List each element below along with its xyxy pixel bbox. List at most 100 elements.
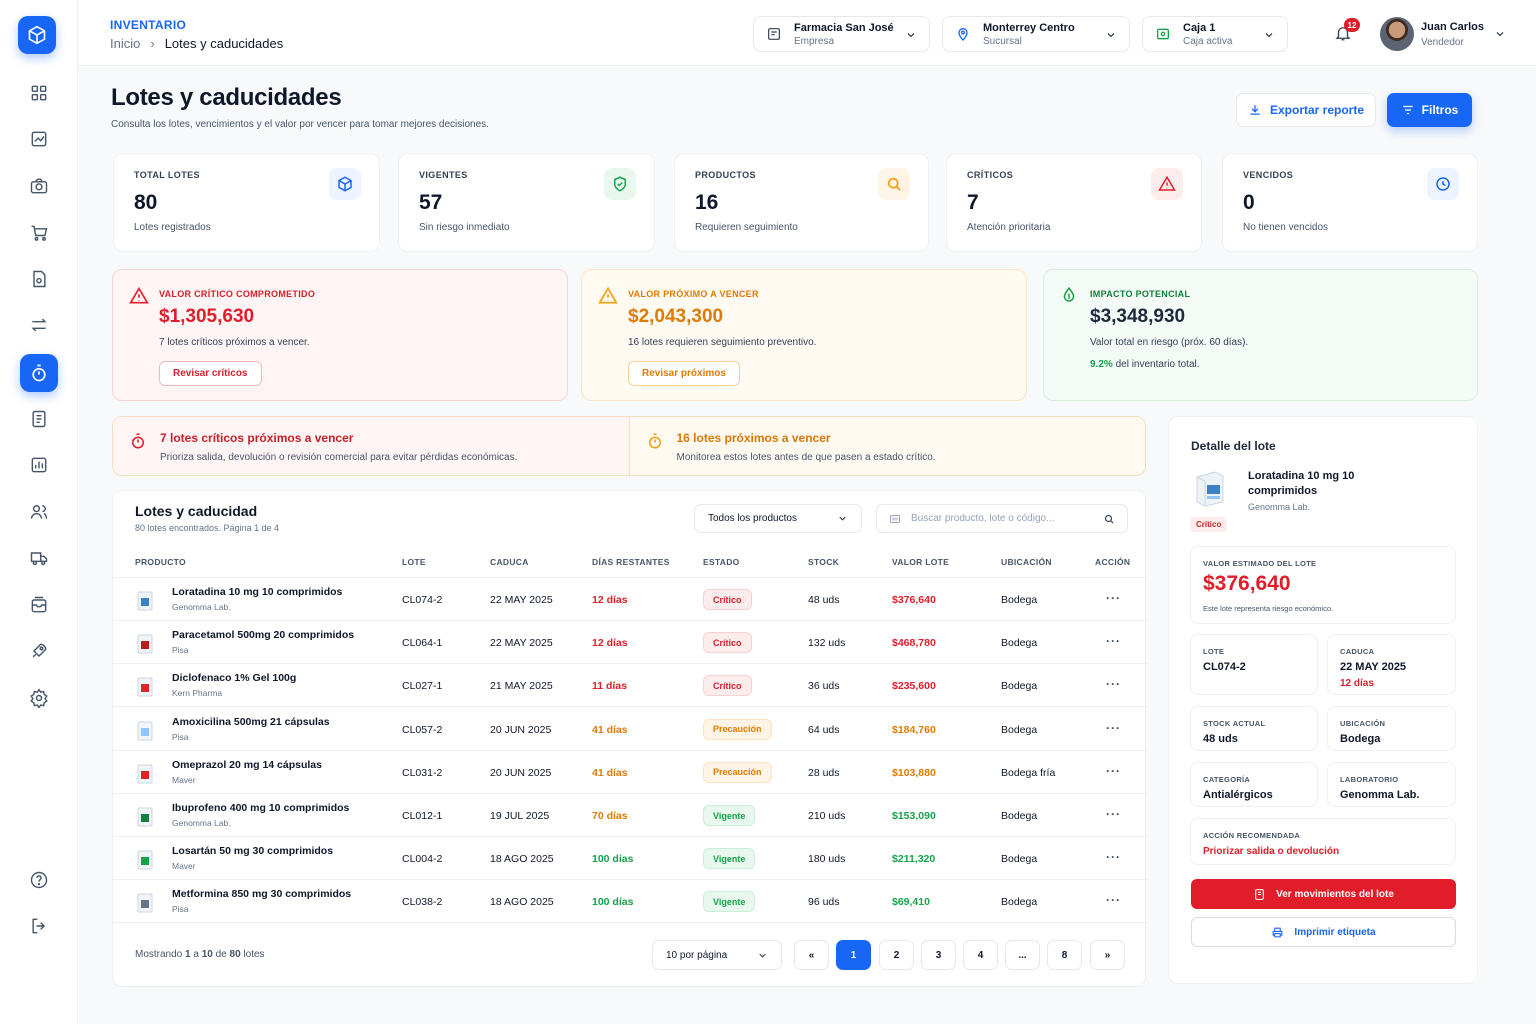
more-actions-icon[interactable]: ··· [1106, 764, 1121, 778]
product-name[interactable]: Amoxicilina 500mg 21 cápsulas [172, 716, 330, 728]
nav-dashboard[interactable] [0, 73, 78, 113]
product-name[interactable]: Omeprazol 20 mg 14 cápsulas [172, 759, 322, 771]
more-actions-icon[interactable]: ··· [1106, 677, 1121, 691]
breadcrumb-home[interactable]: Inicio [110, 36, 140, 51]
table-row[interactable]: Loratadina 10 mg 10 comprimidos Genomma L… [113, 578, 1147, 621]
file-icon [33, 270, 46, 288]
upcoming-alert-title: 16 lotes próximos a vencer [676, 431, 831, 445]
filters-button[interactable]: Filtros [1387, 93, 1472, 127]
nav-analytics[interactable] [0, 119, 78, 159]
nav-documents[interactable] [0, 259, 78, 299]
more-actions-icon[interactable]: ··· [1106, 591, 1121, 605]
lot-code: CL057-2 [402, 723, 443, 736]
nav-transfers[interactable] [0, 305, 78, 345]
page-next[interactable]: » [1090, 940, 1125, 970]
col-days[interactable]: DÍAS RESTANTES [592, 557, 670, 567]
search-input[interactable]: Buscar producto, lote o código... [876, 504, 1128, 533]
product-lab: Pisa [172, 645, 189, 656]
document-icon [1255, 888, 1264, 900]
nav-settings[interactable] [0, 678, 78, 718]
product-filter-select[interactable]: Todos los productos [694, 504, 862, 533]
nav-shipping[interactable] [0, 538, 78, 578]
page-prev[interactable]: « [794, 940, 829, 970]
col-value[interactable]: VALOR LOTE [892, 557, 949, 567]
nav-inventory[interactable] [0, 585, 78, 625]
more-actions-icon[interactable]: ··· [1106, 634, 1121, 648]
chevron-down-icon[interactable] [1494, 28, 1506, 40]
table-row[interactable]: Ibuprofeno 400 mg 10 comprimidos Genomma … [113, 794, 1147, 837]
col-stock[interactable]: STOCK [808, 557, 839, 567]
more-actions-icon[interactable]: ··· [1106, 721, 1121, 735]
col-status[interactable]: ESTADO [703, 557, 740, 567]
col-location[interactable]: UBICACIÓN [1001, 557, 1052, 567]
nav-reports[interactable] [0, 399, 78, 439]
more-actions-icon[interactable]: ··· [1106, 807, 1121, 821]
product-name[interactable]: Ibuprofeno 400 mg 10 comprimidos [172, 802, 349, 814]
notifications-button[interactable]: 12 [1334, 18, 1360, 45]
col-expires[interactable]: CADUCA [490, 557, 529, 567]
user-name[interactable]: Juan Carlos [1421, 21, 1484, 33]
nav-launch[interactable] [0, 631, 78, 671]
impact-percent: 9.2% del inventario total. [1090, 359, 1200, 370]
chevron-down-icon [759, 953, 766, 958]
nav-help[interactable] [0, 860, 78, 900]
days-remaining: 100 días [592, 853, 634, 866]
product-name[interactable]: Loratadina 10 mg 10 comprimidos [172, 586, 342, 598]
product-name[interactable]: Losartán 50 mg 30 comprimidos [172, 845, 333, 857]
avatar[interactable] [1380, 17, 1414, 51]
nav-expirations[interactable] [0, 353, 78, 393]
nav-camera[interactable] [0, 166, 78, 206]
export-report-button[interactable]: Exportar reporte [1236, 93, 1376, 127]
col-product[interactable]: PRODUCTO [135, 557, 186, 567]
stock: 132 uds [808, 637, 846, 650]
view-movements-button[interactable]: Ver movimientos del lote [1191, 879, 1456, 909]
table-row[interactable]: Losartán 50 mg 30 comprimidos Maver CL004-… [113, 837, 1147, 881]
print-label-label: Imprimir etiqueta [1294, 926, 1376, 938]
lot-value: $69,410 [892, 896, 930, 909]
nav-statistics[interactable] [0, 445, 78, 485]
critical-alert: 7 lotes críticos próximos a vencer Prior… [113, 417, 630, 475]
stock: 64 uds [808, 723, 840, 736]
days-remaining: 12 días [592, 637, 628, 650]
table-row[interactable]: Metformina 850 mg 30 comprimidos Pisa CL03… [113, 880, 1147, 924]
page-1[interactable]: 1 [836, 940, 871, 970]
table-row[interactable]: Paracetamol 500mg 20 comprimidos Pisa CL06… [113, 621, 1147, 665]
nav-sales[interactable] [0, 213, 78, 253]
per-page-select[interactable]: 10 por página [652, 940, 782, 970]
app-logo[interactable] [18, 16, 56, 54]
page-2[interactable]: 2 [879, 940, 914, 970]
location: Bodega [1001, 896, 1038, 909]
company-selector[interactable]: Farmacia San José Empresa [753, 16, 930, 52]
category-value: Antialérgicos [1203, 789, 1273, 801]
col-lot[interactable]: LOTE [402, 557, 426, 567]
register-selector[interactable]: Caja 1 Caja activa [1142, 16, 1288, 52]
product-name[interactable]: Paracetamol 500mg 20 comprimidos [172, 629, 354, 641]
page-4[interactable]: 4 [963, 940, 998, 970]
review-upcoming-button[interactable]: Revisar próximos [628, 361, 740, 386]
more-actions-icon[interactable]: ··· [1106, 850, 1121, 864]
page-ellipsis: ... [1005, 940, 1040, 970]
table-row[interactable]: Omeprazol 20 mg 14 cápsulas Maver CL031-2 2… [113, 751, 1147, 794]
print-label-button[interactable]: Imprimir etiqueta [1191, 917, 1456, 947]
branch-selector[interactable]: Monterrey Centro Sucursal [942, 16, 1130, 52]
product-name[interactable]: Diclofenaco 1% Gel 100g [172, 672, 296, 684]
page-8[interactable]: 8 [1047, 940, 1082, 970]
days-remaining: 41 días [592, 723, 628, 736]
users-icon [30, 505, 48, 519]
box-icon [329, 168, 361, 200]
chevron-down-icon [1107, 33, 1115, 38]
sidebar [0, 0, 78, 1024]
page-subtitle: Consulta los lotes, vencimientos y el va… [111, 119, 489, 130]
page-3[interactable]: 3 [921, 940, 956, 970]
upcoming-value-desc: 16 lotes requieren seguimiento preventiv… [628, 337, 817, 348]
upcoming-alert: 16 lotes próximos a vencer Monitorea est… [629, 417, 1145, 475]
search-placeholder: Buscar producto, lote o código... [911, 513, 1055, 524]
nav-logout[interactable] [0, 906, 78, 946]
product-name[interactable]: Metformina 850 mg 30 comprimidos [172, 888, 351, 900]
nav-users[interactable] [0, 492, 78, 532]
table-row[interactable]: Amoxicilina 500mg 21 cápsulas Pisa CL057-2… [113, 708, 1147, 751]
review-critical-button[interactable]: Revisar críticos [159, 361, 262, 386]
search-icon [878, 168, 910, 200]
table-row[interactable]: Diclofenaco 1% Gel 100g Kern Pharma CL027-… [113, 664, 1147, 708]
more-actions-icon[interactable]: ··· [1106, 893, 1121, 907]
